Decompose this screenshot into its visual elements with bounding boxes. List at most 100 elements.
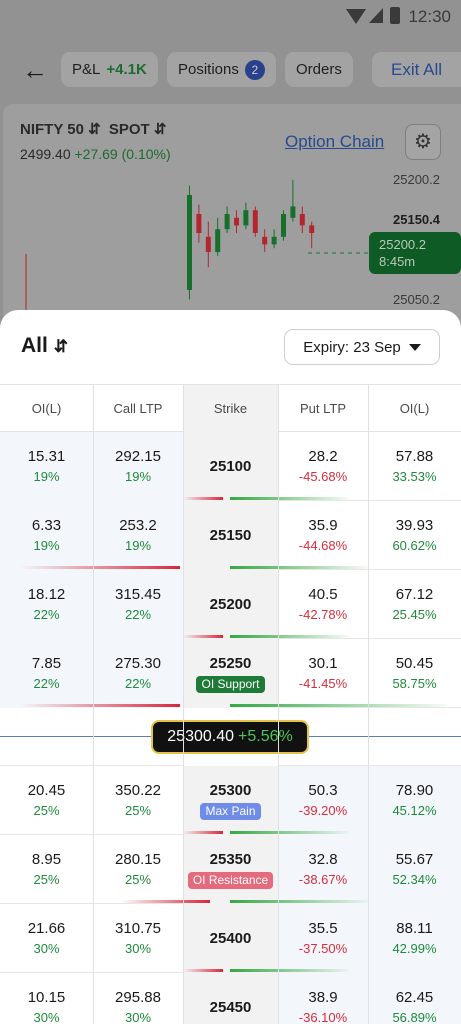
header-call-oi: OI(L): [31, 401, 62, 416]
call-oi: 18.12: [27, 585, 66, 603]
strike-cell[interactable]: 25150: [183, 501, 278, 570]
call-oi: 10.15: [27, 988, 66, 1006]
call-oi-change: 30%: [33, 1009, 60, 1024]
put-ltp-change: -37.50%: [298, 940, 348, 956]
call-oi-cell[interactable]: 10.15 30%: [0, 973, 93, 1024]
put-ltp-change: -38.67%: [298, 871, 348, 887]
put-ltp-cell[interactable]: 35.5 -37.50%: [278, 904, 368, 973]
call-oi-cell[interactable]: 6.33 19%: [0, 501, 93, 570]
call-ltp-cell[interactable]: 315.45 22%: [93, 570, 183, 639]
clock: 12:30: [408, 7, 451, 26]
call-oi-change: 25%: [33, 802, 60, 818]
table-header: OI(L) Call LTP Strike Put LTP OI(L): [0, 384, 461, 433]
put-oi: 50.45: [395, 654, 434, 672]
cellular-icon: [369, 8, 383, 23]
call-ltp-cell[interactable]: 280.15 25%: [93, 835, 183, 904]
call-ltp-cell[interactable]: 292.15 19%: [93, 432, 183, 501]
call-ltp-change: 22%: [124, 606, 152, 622]
put-ltp-cell[interactable]: 35.9 -44.68%: [278, 501, 368, 570]
put-oi-cell[interactable]: 39.93 60.62%: [368, 501, 461, 570]
call-ltp-change: 22%: [124, 675, 152, 691]
table-row[interactable]: 6.33 19% 253.2 19% 25150 35.9 -44.68% 39.93 60.6…: [0, 501, 461, 570]
exit-all-button[interactable]: Exit All: [372, 52, 461, 87]
put-oi: 62.45: [395, 988, 434, 1006]
put-ltp-cell[interactable]: 40.5 -42.78%: [278, 570, 368, 639]
table-row[interactable]: 15.31 19% 292.15 19% 25100 28.2 -45.68% 57.88 33…: [0, 432, 461, 501]
call-ltp-cell[interactable]: 275.30 22%: [93, 639, 183, 708]
call-ltp-cell[interactable]: 310.75 30%: [93, 904, 183, 973]
put-ltp-change: -39.20%: [298, 802, 348, 818]
call-ltp: 310.75: [115, 919, 161, 937]
call-ltp-cell[interactable]: 253.2 19%: [93, 501, 183, 570]
strike-cell[interactable]: 25250 OI Support: [183, 639, 278, 708]
call-oi-change: 22%: [33, 675, 60, 691]
expiry-dropdown[interactable]: Expiry: 23 Sep: [284, 329, 440, 365]
call-oi-change: 22%: [33, 606, 60, 622]
strike-cell[interactable]: 25350 OI Resistance: [183, 835, 278, 904]
filter-selector[interactable]: All ⇵: [21, 334, 68, 358]
put-oi-change: 58.75%: [392, 675, 437, 691]
put-ltp: 40.5: [308, 585, 338, 603]
put-ltp-cell[interactable]: 32.8 -38.67%: [278, 835, 368, 904]
table-row[interactable]: 10.15 30% 295.88 30% 25450 38.9 -36.10% 62.45 56…: [0, 973, 461, 1024]
put-oi-bar: [230, 566, 368, 569]
put-oi-cell[interactable]: 50.45 58.75%: [368, 639, 461, 708]
call-oi-bar: [20, 704, 180, 707]
strike-price: 25300: [209, 782, 252, 799]
put-oi-bar: [230, 969, 348, 972]
strike-cell[interactable]: 25400: [183, 904, 278, 973]
call-ltp-cell[interactable]: 350.22 25%: [93, 766, 183, 835]
put-oi: 39.93: [395, 516, 434, 534]
call-oi-cell[interactable]: 20.45 25%: [0, 766, 93, 835]
put-ltp-cell[interactable]: 38.9 -36.10%: [278, 973, 368, 1024]
put-ltp-cell[interactable]: 30.1 -41.45%: [278, 639, 368, 708]
spot-change: +5.56%: [238, 728, 293, 745]
call-oi-cell[interactable]: 18.12 22%: [0, 570, 93, 639]
put-ltp-change: -42.78%: [298, 606, 348, 622]
put-oi-cell[interactable]: 78.90 45.12%: [368, 766, 461, 835]
strike-tag: OI Support: [196, 676, 265, 693]
call-oi-bar: [120, 900, 210, 903]
candle-body: [205, 236, 211, 252]
call-ltp-cell[interactable]: 295.88 30%: [93, 973, 183, 1024]
call-oi-cell[interactable]: 21.66 30%: [0, 904, 93, 973]
strike-price: 25150: [209, 526, 252, 544]
strike-cell[interactable]: 25450: [183, 973, 278, 1024]
strike-cell[interactable]: 25300 Max Pain: [183, 766, 278, 835]
put-ltp-change: -41.45%: [298, 675, 348, 691]
call-oi-cell[interactable]: 8.95 25%: [0, 835, 93, 904]
call-oi-cell[interactable]: 7.85 22%: [0, 639, 93, 708]
strike-cell[interactable]: 25200: [183, 570, 278, 639]
table-row[interactable]: 8.95 25% 280.15 25% 25350 OI Resistance 32.8 -3…: [0, 835, 461, 904]
call-ltp: 315.45: [115, 585, 161, 603]
put-oi-change: 52.34%: [392, 871, 437, 887]
gear-icon[interactable]: ⚙: [405, 124, 441, 160]
pnl-chip[interactable]: P&L +4.1K: [61, 52, 158, 87]
call-oi-cell[interactable]: 15.31 19%: [0, 432, 93, 501]
positions-chip[interactable]: Positions 2: [167, 52, 276, 87]
put-oi-cell[interactable]: 57.88 33.53%: [368, 432, 461, 501]
put-oi-cell[interactable]: 55.67 52.34%: [368, 835, 461, 904]
put-ltp-cell[interactable]: 50.3 -39.20%: [278, 766, 368, 835]
put-oi-cell[interactable]: 62.45 56.89%: [368, 973, 461, 1024]
option-chain-sheet: All ⇵ Expiry: 23 Sep OI(L) Call LTP Stri…: [0, 310, 461, 1024]
call-oi: 7.85: [31, 654, 62, 672]
candle-body: [281, 214, 286, 237]
table-row[interactable]: 21.66 30% 310.75 30% 25400 35.5 -37.50% 88.11 42…: [0, 904, 461, 973]
strike-cell[interactable]: 25100: [183, 432, 278, 501]
call-oi-change: 30%: [33, 940, 60, 956]
table-row[interactable]: 18.12 22% 315.45 22% 25200 40.5 -42.78% 67.12 25…: [0, 570, 461, 639]
put-ltp-cell[interactable]: 28.2 -45.68%: [278, 432, 368, 501]
put-oi-cell[interactable]: 88.11 42.99%: [368, 904, 461, 973]
call-oi-change: 25%: [33, 871, 60, 887]
spot-gap: 25300.40 +5.56%: [0, 708, 461, 766]
back-arrow-icon[interactable]: ←: [22, 55, 48, 86]
table-row[interactable]: 7.85 22% 275.30 22% 25250 OI Support 30.1 -41.4…: [0, 639, 461, 708]
orders-chip[interactable]: Orders: [285, 52, 353, 87]
put-ltp-change: -44.68%: [298, 537, 348, 553]
orders-label: Orders: [296, 61, 342, 78]
wifi-icon: [346, 9, 366, 24]
table-row[interactable]: 20.45 25% 350.22 25% 25300 Max Pain 50.3 -39.20…: [0, 766, 461, 835]
spot-price: 25300.40: [167, 728, 234, 745]
put-oi-cell[interactable]: 67.12 25.45%: [368, 570, 461, 639]
